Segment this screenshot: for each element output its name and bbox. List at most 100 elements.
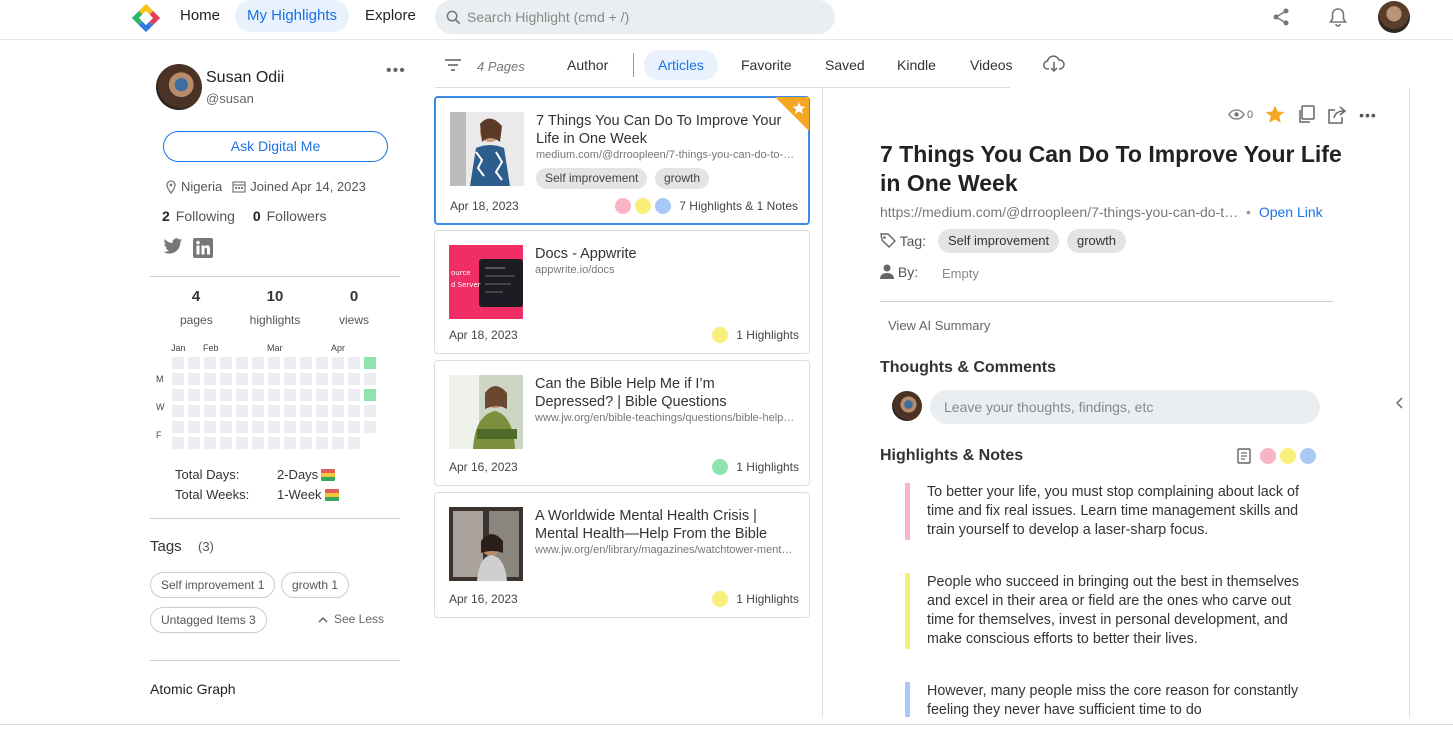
twitter-icon[interactable] <box>163 238 183 255</box>
tag-chip[interactable]: Untagged Items 3 <box>150 607 267 633</box>
nav-explore[interactable]: Explore <box>353 0 428 32</box>
heatmap-cell[interactable] <box>364 389 376 401</box>
heatmap-cell[interactable] <box>300 421 312 433</box>
heatmap-cell[interactable] <box>300 437 312 449</box>
heatmap-cell[interactable] <box>236 357 248 369</box>
heatmap-cell[interactable] <box>252 373 264 385</box>
heatmap-cell[interactable] <box>284 421 296 433</box>
heatmap-cell[interactable] <box>172 373 184 385</box>
heatmap-cell[interactable] <box>172 357 184 369</box>
article-title[interactable]: Docs - Appwrite <box>535 245 795 263</box>
heatmap-cell[interactable] <box>348 437 360 449</box>
heatmap-cell[interactable] <box>284 405 296 417</box>
blue-filter-dot[interactable] <box>1300 448 1316 464</box>
heatmap-cell[interactable] <box>252 437 264 449</box>
heatmap-cell[interactable] <box>252 405 264 417</box>
heatmap-cell[interactable] <box>252 357 264 369</box>
heatmap-cell[interactable] <box>268 405 280 417</box>
heatmap-cell[interactable] <box>268 421 280 433</box>
view-ai-summary-button[interactable]: View AI Summary <box>888 318 990 333</box>
heatmap-cell[interactable] <box>316 357 328 369</box>
heatmap-cell[interactable] <box>236 405 248 417</box>
heatmap-cell[interactable] <box>220 389 232 401</box>
notes-icon[interactable] <box>1236 448 1252 464</box>
app-logo-icon[interactable] <box>131 3 161 33</box>
heatmap-cell[interactable] <box>204 389 216 401</box>
highlight-item[interactable]: However, many people miss the core reaso… <box>905 682 1305 717</box>
heatmap-cell[interactable] <box>252 389 264 401</box>
heatmap-cell[interactable] <box>316 405 328 417</box>
yellow-filter-dot[interactable] <box>1280 448 1296 464</box>
heatmap-cell[interactable] <box>172 389 184 401</box>
user-avatar[interactable] <box>1378 1 1410 33</box>
star-icon[interactable] <box>1265 105 1285 124</box>
heatmap-cell[interactable] <box>252 421 264 433</box>
linkedin-icon[interactable] <box>193 238 213 258</box>
heatmap-cell[interactable] <box>236 389 248 401</box>
tag-chip[interactable]: Self improvement 1 <box>150 572 276 598</box>
heatmap-cell[interactable] <box>300 357 312 369</box>
heatmap-cell[interactable] <box>236 421 248 433</box>
cloud-download-icon[interactable] <box>1043 55 1065 73</box>
share-icon[interactable] <box>1271 7 1291 27</box>
heatmap-cell[interactable] <box>188 437 200 449</box>
article-title[interactable]: 7 Things You Can Do To Improve Your Life… <box>536 112 796 148</box>
heatmap-cell[interactable] <box>204 405 216 417</box>
followers-link[interactable]: Followers <box>267 208 327 224</box>
tab-favorite[interactable]: Favorite <box>727 50 806 80</box>
copy-icon[interactable] <box>1297 105 1315 124</box>
heatmap-cell[interactable] <box>188 405 200 417</box>
notification-bell-icon[interactable] <box>1327 6 1349 28</box>
collapse-panel-chevron-icon[interactable] <box>1395 396 1405 410</box>
ask-digital-me-button[interactable]: Ask Digital Me <box>163 131 388 162</box>
heatmap-cell[interactable] <box>316 437 328 449</box>
heatmap-cell[interactable] <box>300 373 312 385</box>
heatmap-cell[interactable] <box>348 389 360 401</box>
heatmap-cell[interactable] <box>220 357 232 369</box>
heatmap-cell[interactable] <box>236 437 248 449</box>
heatmap-cell[interactable] <box>204 437 216 449</box>
tab-videos[interactable]: Videos <box>956 50 1027 80</box>
heatmap-cell[interactable] <box>332 421 344 433</box>
heatmap-cell[interactable] <box>220 437 232 449</box>
heatmap-cell[interactable] <box>284 389 296 401</box>
article-title[interactable]: A Worldwide Mental Health Crisis | Menta… <box>535 507 795 543</box>
more-options-icon[interactable]: ••• <box>1359 107 1377 123</box>
favorite-star-icon[interactable] <box>775 97 809 131</box>
detail-tag-chip[interactable]: growth <box>1067 229 1127 253</box>
heatmap-cell[interactable] <box>300 389 312 401</box>
tag-chip[interactable]: growth 1 <box>281 572 350 598</box>
heatmap-cell[interactable] <box>172 421 184 433</box>
heatmap-cell[interactable] <box>172 437 184 449</box>
tab-author[interactable]: Author <box>553 50 622 80</box>
filter-icon[interactable] <box>444 58 462 72</box>
heatmap-cell[interactable] <box>316 421 328 433</box>
heatmap-cell[interactable] <box>220 373 232 385</box>
tab-kindle[interactable]: Kindle <box>883 50 950 80</box>
heatmap-cell[interactable] <box>188 357 200 369</box>
article-title[interactable]: Can the Bible Help Me if I’m Depressed? … <box>535 375 795 411</box>
search-input[interactable]: Search Highlight (cmd + /) <box>435 0 835 34</box>
heatmap-cell[interactable] <box>364 405 376 417</box>
open-link[interactable]: Open Link <box>1259 204 1323 220</box>
heatmap-cell[interactable] <box>348 405 360 417</box>
heatmap-cell[interactable] <box>268 373 280 385</box>
heatmap-cell[interactable] <box>188 421 200 433</box>
nav-my-highlights[interactable]: My Highlights <box>235 0 350 32</box>
heatmap-cell[interactable] <box>284 437 296 449</box>
heatmap-cell[interactable] <box>204 373 216 385</box>
heatmap-cell[interactable] <box>268 437 280 449</box>
tab-articles[interactable]: Articles <box>644 50 718 80</box>
heatmap-cell[interactable] <box>236 373 248 385</box>
comment-input[interactable]: Leave your thoughts, findings, etc <box>930 390 1320 424</box>
heatmap-cell[interactable] <box>348 357 360 369</box>
heatmap-cell[interactable] <box>268 357 280 369</box>
author-value[interactable]: Empty <box>942 266 979 281</box>
pink-filter-dot[interactable] <box>1260 448 1276 464</box>
highlight-item[interactable]: To better your life, you must stop compl… <box>905 483 1305 540</box>
heatmap-cell[interactable] <box>188 373 200 385</box>
nav-home[interactable]: Home <box>168 0 232 32</box>
article-tag[interactable]: Self improvement <box>536 168 648 189</box>
heatmap-cell[interactable] <box>364 421 376 433</box>
heatmap-cell[interactable] <box>188 389 200 401</box>
